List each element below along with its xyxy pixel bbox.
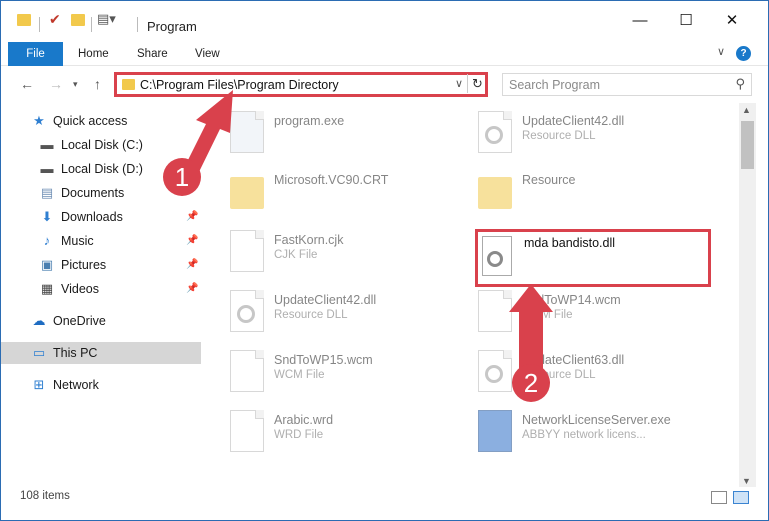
address-bar[interactable]: C:\Program Files\Program Directory ∨ ↻	[114, 72, 488, 97]
exe-icon	[478, 410, 512, 452]
list-item[interactable]: UpdateClient63.dll Resource DLL	[452, 347, 702, 399]
file-icon	[230, 410, 264, 452]
pin-icon[interactable]: 📌	[186, 254, 198, 276]
folder-icon	[122, 79, 135, 90]
pictures-icon: ▣	[40, 257, 54, 272]
folder-icon[interactable]	[17, 14, 31, 26]
step-badge-1: 1	[163, 158, 201, 196]
address-path: C:\Program Files\Program Directory	[140, 78, 339, 92]
sidebar-item-pictures[interactable]: ▣ Pictures 📌	[1, 254, 201, 276]
maximize-button[interactable]: ☐	[671, 9, 701, 33]
scroll-down-icon[interactable]: ▼	[742, 476, 751, 486]
sidebar-item-videos[interactable]: ▦ Videos 📌	[1, 278, 201, 300]
tab-view[interactable]: View	[195, 43, 220, 65]
refresh-button[interactable]: ↻	[467, 74, 487, 93]
divider	[137, 17, 138, 32]
window-title: Program	[147, 19, 197, 34]
details-view-icon[interactable]	[711, 491, 727, 504]
expand-ribbon-icon[interactable]: ∨	[717, 45, 725, 58]
sidebar-item-local-disk-c[interactable]: ▬ Local Disk (C:)	[1, 134, 201, 156]
list-item[interactable]: UpdateClient42.dll Resource DLL	[204, 287, 454, 339]
documents-icon: ▤	[40, 185, 54, 200]
download-icon: ⬇	[41, 209, 53, 224]
back-icon[interactable]: ←	[20, 76, 34, 92]
dll-icon	[478, 350, 512, 392]
dll-icon	[478, 111, 512, 153]
up-icon[interactable]: ↑	[94, 76, 101, 92]
file-list: program.exe UpdateClient42.dll Resource …	[204, 103, 739, 483]
new-folder-icon[interactable]	[71, 14, 85, 26]
list-item[interactable]: Resource	[452, 167, 702, 219]
tab-file[interactable]: File	[8, 42, 63, 66]
title-bar: ✔ ▤▾ Program — ☐ ✕	[1, 1, 768, 39]
folder-icon	[230, 177, 264, 209]
sidebar-item-onedrive[interactable]: ☁ OneDrive	[1, 310, 201, 332]
forward-icon[interactable]: →	[49, 76, 63, 92]
divider	[39, 17, 40, 32]
status-bar: 108 items	[1, 487, 768, 509]
list-item[interactable]: NetworkLicenseServer.exe ABBYY network l…	[452, 407, 702, 459]
pin-icon[interactable]: 📌	[186, 278, 198, 300]
file-explorer-window: ✔ ▤▾ Program — ☐ ✕ File Home Share View …	[0, 0, 769, 521]
chevron-down-icon[interactable]: ∨	[455, 77, 463, 90]
highlighted-file[interactable]: mda bandisto.dll	[475, 229, 711, 287]
list-item[interactable]: SndToWP14.wcm WCM File	[452, 287, 702, 339]
app-icon	[230, 111, 264, 153]
list-item[interactable]: program.exe	[204, 108, 454, 160]
highlighted-file-name: mda bandisto.dll	[524, 236, 616, 250]
recent-locations-icon[interactable]: ▾	[73, 79, 78, 90]
sidebar-item-network[interactable]: ⊞ Network	[1, 374, 201, 396]
large-icons-view-icon[interactable]	[733, 491, 749, 504]
search-placeholder: Search Program	[509, 78, 601, 92]
item-count: 108 items	[20, 490, 70, 502]
network-icon: ⊞	[33, 377, 45, 392]
search-input[interactable]: Search Program ⚲	[502, 73, 752, 96]
drive-icon: ▬	[40, 161, 54, 176]
scroll-thumb[interactable]	[741, 121, 754, 169]
pin-icon[interactable]: 📌	[186, 230, 198, 252]
pin-icon[interactable]: 📌	[186, 206, 198, 228]
dll-icon	[482, 236, 512, 276]
sidebar-item-quick-access[interactable]: ★ Quick access	[1, 110, 201, 132]
videos-icon: ▦	[40, 281, 54, 296]
sidebar-item-this-pc[interactable]: ▭ This PC	[1, 342, 201, 364]
list-item[interactable]: SndToWP15.wcm WCM File	[204, 347, 454, 399]
step-badge-2: 2	[512, 364, 550, 402]
list-item[interactable]: Microsoft.VC90.CRT	[204, 167, 454, 219]
computer-icon: ▭	[32, 345, 46, 360]
dll-icon	[230, 290, 264, 332]
minimize-button[interactable]: —	[625, 9, 655, 33]
properties-icon[interactable]: ✔	[49, 11, 61, 28]
sidebar-item-downloads[interactable]: ⬇ Downloads 📌	[1, 206, 201, 228]
list-item[interactable]: FastKorn.cjk CJK File	[204, 227, 454, 279]
cloud-icon: ☁	[32, 313, 46, 328]
music-icon: ♪	[43, 233, 51, 248]
tab-home[interactable]: Home	[78, 43, 109, 65]
tab-share[interactable]: Share	[137, 43, 168, 65]
ribbon: File Home Share View ∨ ?	[1, 39, 768, 66]
list-item[interactable]: UpdateClient42.dll Resource DLL	[452, 108, 702, 160]
search-icon[interactable]: ⚲	[735, 76, 745, 92]
navigation-bar: ← → ▾ ↑ C:\Program Files\Program Directo…	[1, 67, 768, 103]
help-icon[interactable]: ?	[736, 46, 751, 61]
customize-qat-icon[interactable]: ▤▾	[97, 11, 116, 27]
star-icon: ★	[33, 113, 45, 128]
list-item[interactable]: Arabic.wrd WRD File	[204, 407, 454, 459]
folder-icon	[478, 177, 512, 209]
file-icon	[478, 290, 512, 332]
file-icon	[230, 230, 264, 272]
vertical-scrollbar[interactable]: ▲ ▼	[739, 103, 756, 487]
close-button[interactable]: ✕	[717, 9, 747, 33]
drive-icon: ▬	[40, 137, 54, 152]
scroll-up-icon[interactable]: ▲	[742, 105, 751, 115]
sidebar-item-music[interactable]: ♪ Music 📌	[1, 230, 201, 252]
file-icon	[230, 350, 264, 392]
divider	[91, 17, 92, 32]
